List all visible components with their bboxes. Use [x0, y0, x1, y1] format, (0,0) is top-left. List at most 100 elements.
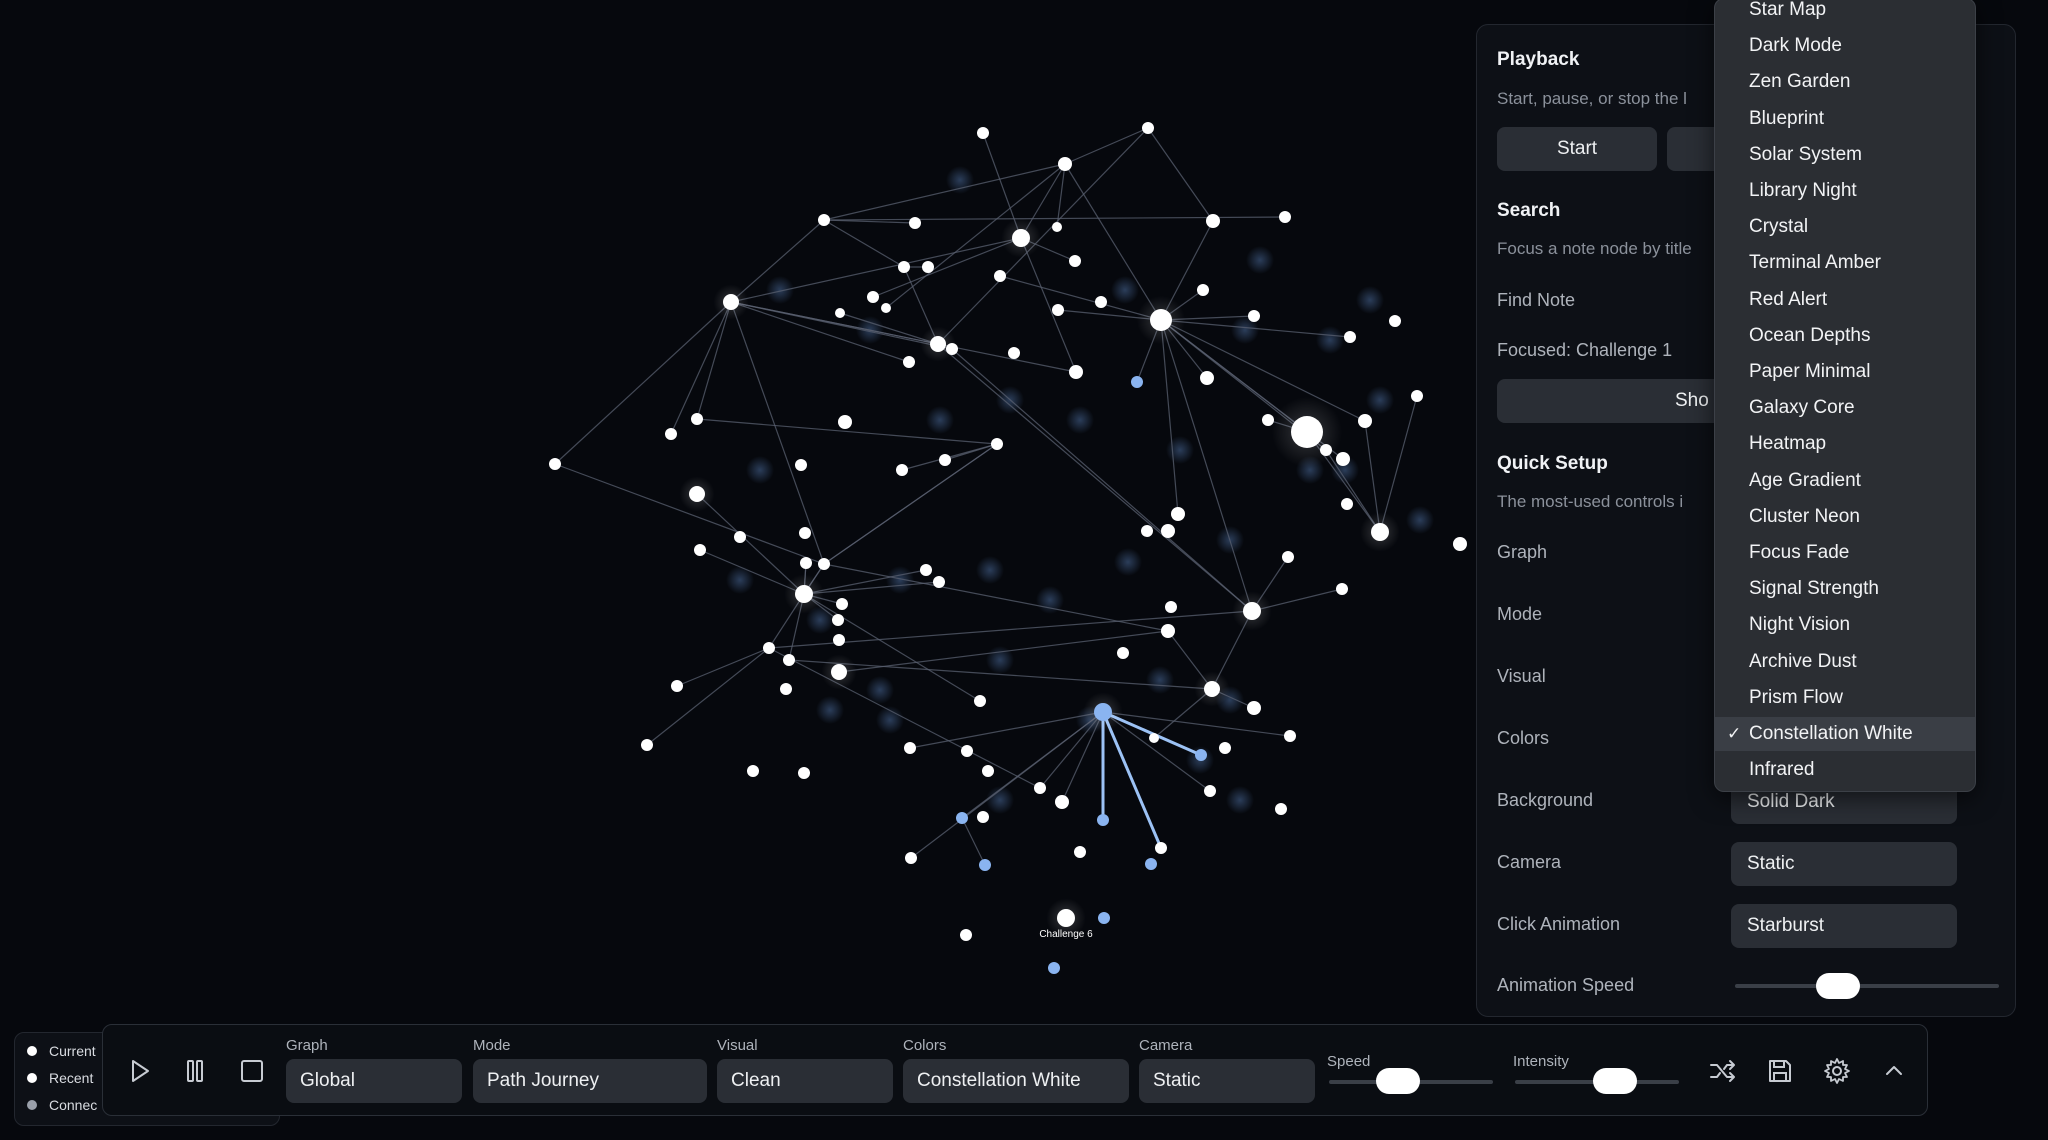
note-node[interactable] [1048, 962, 1060, 974]
note-node[interactable] [1219, 742, 1231, 754]
note-node[interactable] [1008, 347, 1020, 359]
note-node[interactable] [1034, 782, 1046, 794]
note-node[interactable] [1279, 211, 1291, 223]
note-node[interactable] [920, 564, 932, 576]
colors-option[interactable]: Star Map [1715, 0, 1975, 27]
note-node[interactable] [1371, 523, 1389, 541]
note-node[interactable] [1098, 912, 1110, 924]
note-node[interactable] [1069, 365, 1083, 379]
note-node[interactable] [1142, 122, 1154, 134]
colors-option[interactable]: Archive Dust [1715, 645, 1975, 679]
note-node[interactable] [939, 454, 951, 466]
note-node[interactable] [904, 742, 916, 754]
note-node[interactable] [881, 303, 891, 313]
note-node[interactable] [1204, 681, 1220, 697]
start-button[interactable]: Start [1497, 127, 1657, 171]
note-node[interactable] [1248, 310, 1260, 322]
colors-option[interactable]: Terminal Amber [1715, 246, 1975, 280]
note-node[interactable] [831, 664, 847, 680]
note-node[interactable] [960, 929, 972, 941]
note-node[interactable] [1097, 814, 1109, 826]
note-node[interactable] [1389, 315, 1401, 327]
shuffle-icon[interactable] [1707, 1055, 1739, 1087]
click-animation-select[interactable]: Starburst [1731, 904, 1957, 948]
note-node[interactable] [780, 683, 792, 695]
colors-option[interactable]: Night Vision [1715, 608, 1975, 642]
graph-select[interactable]: Global [286, 1059, 462, 1103]
note-node[interactable] [1165, 601, 1177, 613]
note-node[interactable] [1150, 309, 1172, 331]
colors-option[interactable]: Blueprint [1715, 102, 1975, 136]
colors-option[interactable]: Heatmap [1715, 427, 1975, 461]
animation-speed-thumb[interactable] [1816, 973, 1861, 999]
note-node[interactable] [1161, 624, 1175, 638]
note-node[interactable] [1411, 390, 1423, 402]
note-node[interactable] [1171, 507, 1185, 521]
note-node[interactable] [1145, 858, 1157, 870]
note-node[interactable] [1275, 803, 1287, 815]
note-node[interactable] [1149, 733, 1159, 743]
note-node[interactable] [1141, 525, 1153, 537]
note-node[interactable] [795, 585, 813, 603]
camera-setting-select[interactable]: Static [1731, 842, 1957, 886]
note-node[interactable] [956, 812, 968, 824]
note-node[interactable] [835, 308, 845, 318]
colors-option[interactable]: Age Gradient [1715, 464, 1975, 498]
note-node[interactable] [977, 127, 989, 139]
note-node[interactable] [818, 558, 830, 570]
note-node[interactable] [933, 576, 945, 588]
mode-select[interactable]: Path Journey [473, 1059, 707, 1103]
colors-option[interactable]: Galaxy Core [1715, 391, 1975, 425]
note-node[interactable] [836, 598, 848, 610]
note-node[interactable] [1055, 795, 1069, 809]
note-node[interactable] [723, 294, 739, 310]
note-node[interactable] [1282, 551, 1294, 563]
note-node[interactable] [1052, 304, 1064, 316]
note-node[interactable] [1155, 842, 1167, 854]
note-node[interactable] [977, 811, 989, 823]
note-node[interactable] [994, 270, 1006, 282]
note-node[interactable] [930, 336, 946, 352]
note-node[interactable] [1095, 296, 1107, 308]
save-icon[interactable] [1764, 1055, 1796, 1087]
note-node[interactable] [909, 217, 921, 229]
note-node[interactable] [898, 261, 910, 273]
pause-icon[interactable] [179, 1055, 211, 1087]
note-node[interactable] [838, 415, 852, 429]
note-node[interactable] [689, 486, 705, 502]
note-node[interactable] [665, 428, 677, 440]
note-node[interactable] [798, 767, 810, 779]
colors-option[interactable]: Prism Flow [1715, 681, 1975, 715]
colors-option[interactable]: Ocean Depths [1715, 319, 1975, 353]
note-node[interactable] [1243, 602, 1261, 620]
note-node[interactable] [1161, 524, 1175, 538]
note-node[interactable] [1358, 414, 1372, 428]
note-node[interactable] [747, 765, 759, 777]
colors-option[interactable]: Focus Fade [1715, 536, 1975, 570]
note-node[interactable] [734, 531, 746, 543]
stop-icon[interactable] [236, 1055, 268, 1087]
note-node[interactable] [799, 527, 811, 539]
note-node[interactable] [982, 765, 994, 777]
note-node[interactable] [1291, 416, 1323, 448]
note-node[interactable] [832, 614, 844, 626]
note-node[interactable] [1117, 647, 1129, 659]
note-node[interactable] [549, 458, 561, 470]
animation-speed-slider[interactable] [1735, 984, 1999, 988]
note-node[interactable] [1341, 498, 1353, 510]
note-node[interactable] [1247, 701, 1261, 715]
note-node[interactable] [671, 680, 683, 692]
note-node[interactable] [1320, 444, 1332, 456]
colors-option[interactable]: Infrared [1715, 753, 1975, 787]
camera-select[interactable]: Static [1139, 1059, 1315, 1103]
note-node[interactable] [1206, 214, 1220, 228]
note-node[interactable] [922, 261, 934, 273]
visual-select[interactable]: Clean [717, 1059, 893, 1103]
note-node[interactable] [1069, 255, 1081, 267]
note-node[interactable] [1052, 222, 1062, 232]
note-node[interactable] [974, 695, 986, 707]
note-node[interactable] [1262, 414, 1274, 426]
note-node[interactable] [1204, 785, 1216, 797]
note-node[interactable] [818, 214, 830, 226]
speed-thumb[interactable] [1375, 1068, 1420, 1094]
